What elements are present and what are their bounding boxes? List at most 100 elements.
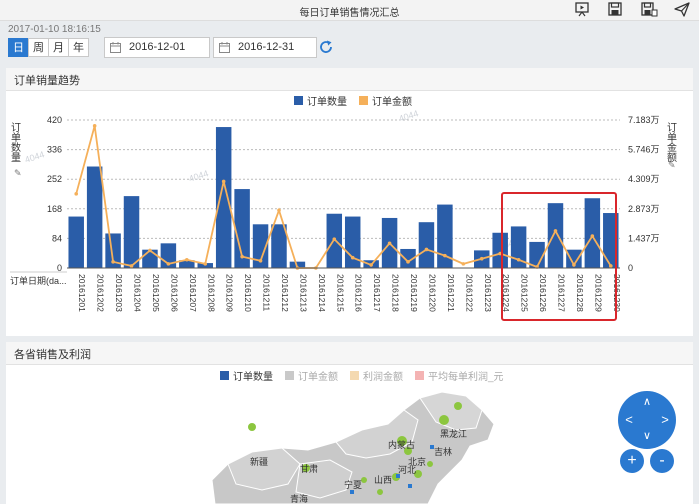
map-label: 黑龙江 (440, 428, 467, 439)
map-label: 吉林 (434, 446, 452, 457)
x-tick-label: 20161222 (464, 274, 474, 312)
map-label: 宁夏 (344, 479, 362, 490)
point-order-amount (461, 262, 466, 266)
x-tick-label: 20161220 (427, 274, 437, 312)
point-order-amount (553, 229, 558, 233)
x-tick-label: 20161203 (114, 274, 124, 312)
point-order-amount (332, 237, 337, 241)
point-order-amount (424, 247, 429, 252)
x-tick-label: 20161204 (133, 274, 143, 312)
point-order-amount (129, 264, 134, 268)
map-label: 山西 (374, 475, 392, 485)
bar-order-count (215, 127, 232, 268)
x-tick-label: 20161211 (262, 274, 272, 311)
point-order-amount (111, 260, 115, 264)
pan-right-button[interactable]: > (659, 412, 671, 427)
map-marker[interactable] (248, 423, 256, 431)
point-order-amount (572, 263, 576, 267)
point-order-amount (387, 241, 392, 246)
point-order-amount (406, 260, 410, 264)
y-tick-left: 84 (52, 233, 62, 243)
x-tick-label: 20161202 (96, 274, 106, 312)
point-order-amount (185, 257, 189, 262)
y-tick-left: 252 (47, 174, 62, 184)
bar-order-count (86, 166, 103, 268)
legend-swatch (415, 371, 424, 380)
bar-order-count (271, 224, 287, 268)
x-tick-label: 20161212 (280, 274, 290, 312)
trend-chart: 404440444044404440444044 4207.183万3365.7… (9, 108, 677, 321)
zoom-out-button[interactable]: - (650, 449, 674, 473)
y-tick-right: 4.309万 (628, 174, 660, 184)
x-tick-label: 20161228 (575, 274, 585, 312)
y-tick-right: 5.746万 (628, 145, 660, 155)
point-order-amount (590, 234, 595, 238)
pan-left-button[interactable]: < (623, 412, 635, 427)
map-marker[interactable] (408, 484, 412, 488)
x-tick-label: 20161207 (188, 274, 198, 312)
map-label: 青海 (290, 493, 308, 504)
legend-swatch (220, 371, 229, 380)
watermark: 4044 (398, 108, 420, 124)
y-tick-left: 168 (47, 204, 62, 214)
y-tick-left: 336 (47, 145, 62, 155)
edit-icon: ✎ (668, 160, 676, 170)
bar-order-count (418, 222, 435, 268)
point-order-amount (92, 124, 97, 128)
point-order-amount (479, 256, 484, 261)
y-tick-right: 1.437万 (628, 233, 660, 243)
map-label: 内蒙古 (388, 439, 415, 450)
x-tick-label: 20161209 (225, 274, 235, 312)
pan-up-button[interactable]: ∧ (641, 395, 653, 408)
point-order-amount (350, 255, 355, 260)
point-order-amount (74, 192, 79, 196)
point-order-amount (240, 254, 244, 259)
x-tick-label: 20161227 (556, 274, 566, 312)
x-tick-label: 20161221 (446, 274, 456, 312)
edit-icon: ✎ (14, 168, 22, 178)
map-marker[interactable] (439, 415, 449, 425)
y-axis-title-right: 订单金额 (665, 122, 677, 163)
y-tick-right: 0 (628, 263, 633, 273)
bar-order-count (68, 216, 84, 268)
map-marker[interactable] (454, 402, 462, 410)
china-map[interactable]: 黑龙江 内蒙古 吉林 新疆 甘肃 宁夏 山西 河北 北京 青海 (0, 380, 699, 504)
x-tick-label: 20161219 (409, 274, 419, 312)
province-panel-title: 各省销售及利润 (14, 349, 91, 361)
x-tick-label: 20161215 (335, 274, 345, 312)
zoom-in-button[interactable]: + (620, 449, 644, 473)
bar-order-count (142, 249, 158, 268)
x-tick-label: 20161223 (483, 274, 493, 312)
map-label: 北京 (408, 456, 426, 467)
legend-swatch (350, 371, 359, 380)
x-tick-label: 20161217 (372, 274, 382, 312)
point-order-amount (516, 257, 521, 262)
point-order-amount (608, 264, 613, 268)
x-tick-label: 20161216 (354, 274, 364, 312)
point-order-amount (221, 179, 226, 184)
point-order-amount (369, 263, 373, 267)
x-tick-label: 20161226 (538, 274, 548, 312)
x-tick-label: 20161206 (169, 274, 179, 312)
y-tick-right: 7.183万 (628, 115, 660, 125)
legend-swatch (285, 371, 294, 380)
watermark: 4044 (24, 149, 46, 165)
map-label: 新疆 (250, 456, 268, 467)
x-tick-label: 20161214 (317, 274, 327, 312)
point-order-amount (203, 262, 208, 266)
x-tick-label: 20161218 (391, 274, 401, 312)
point-order-amount (443, 253, 447, 258)
x-tick-label: 20161213 (298, 274, 308, 312)
watermark: 4044 (188, 168, 210, 184)
map-marker[interactable] (377, 489, 383, 495)
province-panel-header: 各省销售及利润 (6, 342, 693, 365)
point-order-amount (277, 208, 281, 213)
bar-order-count (492, 232, 508, 268)
map-marker[interactable] (350, 490, 354, 494)
map-pan-control[interactable]: ∧ ∨ < > (618, 391, 676, 449)
bar-order-count (123, 196, 140, 268)
pan-down-button[interactable]: ∨ (641, 429, 653, 442)
x-tick-label: 20161210 (243, 274, 253, 312)
map-marker[interactable] (427, 461, 433, 467)
point-order-amount (148, 248, 152, 253)
